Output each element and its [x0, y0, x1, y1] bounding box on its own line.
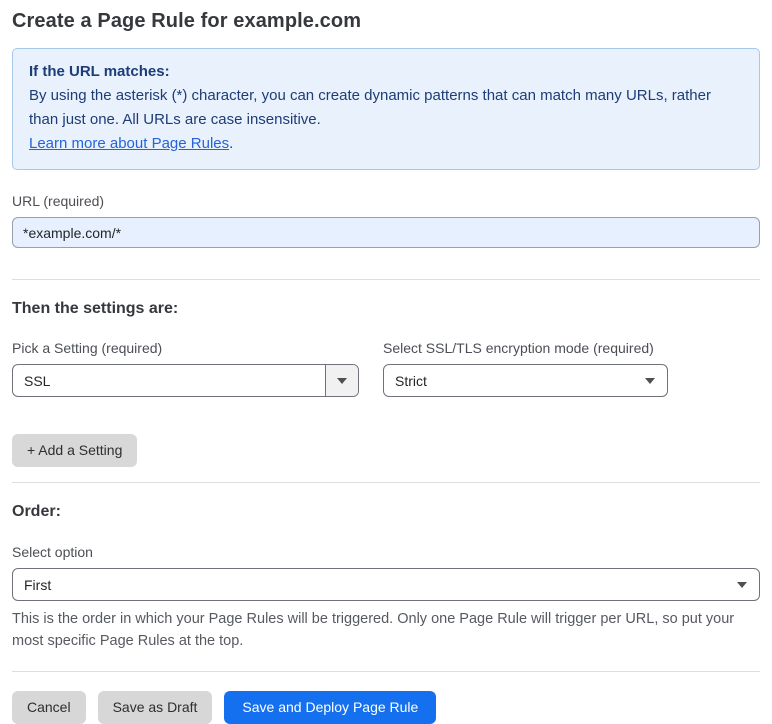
mode-picker-label: Select SSL/TLS encryption mode (required… [383, 340, 654, 356]
setting-picker-label: Pick a Setting (required) [12, 340, 163, 356]
page-rule-form: Create a Page Rule for example.com If th… [0, 0, 772, 724]
info-box-link-line: Learn more about Page Rules. [29, 132, 743, 156]
mode-picker-column: Select SSL/TLS encryption mode (required… [383, 318, 668, 397]
order-help-text: This is the order in which your Page Rul… [12, 611, 735, 649]
info-box-body: By using the asterisk (*) character, you… [29, 87, 711, 128]
setting-picker-column: Pick a Setting (required) SSL [12, 318, 359, 397]
mode-picker-select[interactable]: Strict [383, 364, 668, 397]
setting-picker-select[interactable]: SSL [12, 364, 359, 397]
divider-after-order [12, 671, 760, 672]
save-deploy-button[interactable]: Save and Deploy Page Rule [224, 691, 437, 724]
save-draft-button[interactable]: Save as Draft [97, 691, 213, 724]
order-select[interactable]: First [12, 568, 760, 601]
url-match-info-box: If the URL matches: By using the asteris… [12, 48, 760, 170]
settings-heading: Then the settings are: [12, 300, 179, 317]
url-input[interactable] [12, 217, 760, 248]
chevron-down-icon [337, 377, 347, 384]
order-select-value: First [24, 576, 52, 593]
mode-picker-value: Strict [395, 372, 427, 389]
url-field-label: URL (required) [12, 193, 105, 209]
divider-after-url [12, 279, 760, 280]
link-suffix: . [229, 135, 234, 152]
page-title: Create a Page Rule for example.com [12, 10, 362, 32]
footer-actions: Cancel Save as Draft Save and Deploy Pag… [12, 691, 760, 724]
divider-after-settings [12, 482, 760, 483]
learn-more-link[interactable]: Learn more about Page Rules [29, 135, 229, 152]
order-heading: Order: [12, 503, 61, 520]
cancel-button[interactable]: Cancel [12, 691, 86, 724]
setting-picker-value: SSL [24, 372, 51, 389]
add-setting-button[interactable]: + Add a Setting [12, 434, 138, 467]
setting-picker-arrow-button[interactable] [325, 365, 358, 396]
order-select-label: Select option [12, 544, 93, 560]
chevron-down-icon [645, 377, 655, 384]
chevron-down-icon [737, 581, 747, 588]
settings-row: Pick a Setting (required) SSL Select SSL… [12, 318, 760, 397]
info-box-heading: If the URL matches: [29, 63, 170, 80]
